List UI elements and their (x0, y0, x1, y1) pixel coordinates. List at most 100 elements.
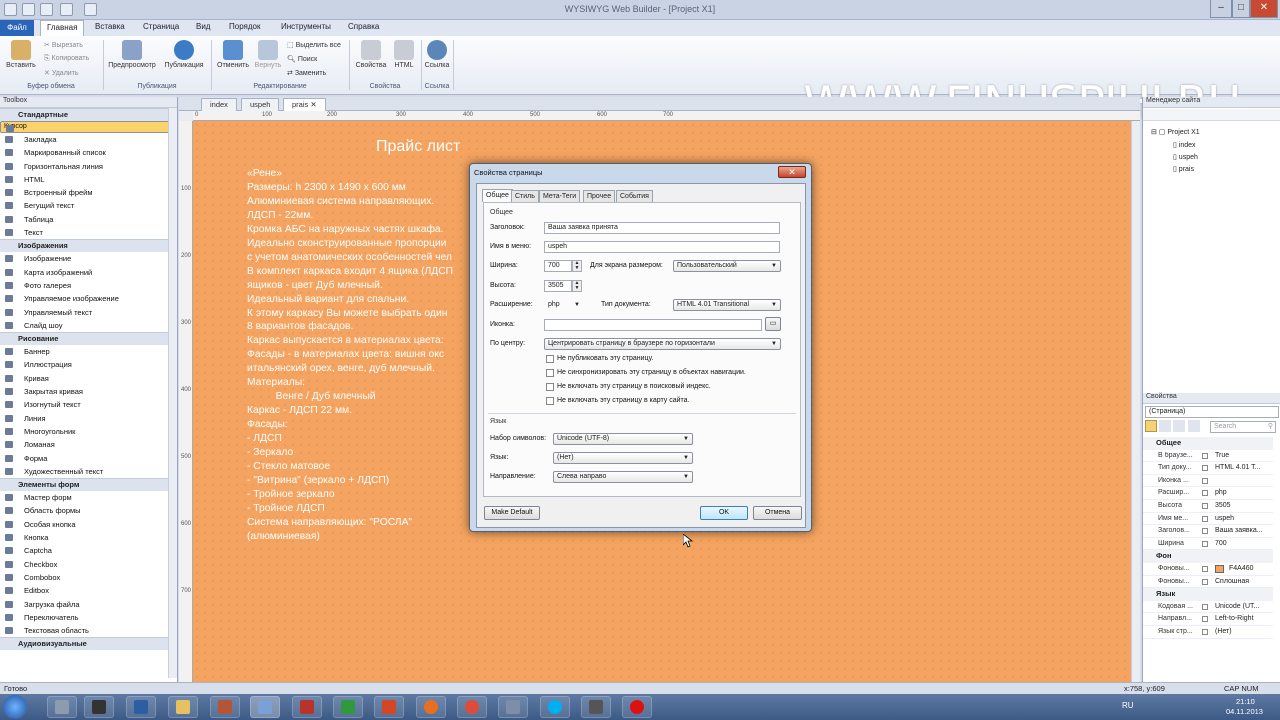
toolbox-item[interactable]: Линия (0, 412, 177, 425)
no-sitemap-checkbox[interactable] (546, 397, 554, 405)
toolbox-item[interactable]: HTML (0, 173, 177, 186)
toolbox-item[interactable]: Ломаная (0, 438, 177, 451)
toolbox-item[interactable]: Художественный текст (0, 465, 177, 478)
property-row[interactable]: Высота 3505 (1143, 500, 1273, 513)
property-checkbox[interactable] (1202, 465, 1208, 472)
property-value[interactable]: Сплошная (1215, 578, 1249, 585)
height-spinner[interactable]: ▲ ▼ (572, 280, 582, 292)
sort-icon[interactable] (1159, 420, 1172, 432)
toolbox-item[interactable]: Закладка (0, 133, 177, 146)
taskbar-app-folder[interactable] (168, 696, 198, 718)
paste-button[interactable]: Вставить (4, 40, 38, 69)
property-row[interactable]: Фоновы... Сплошная (1143, 576, 1273, 589)
publish-button[interactable]: Публикация (161, 40, 207, 69)
toolbox-item[interactable]: Горизонтальная линия (0, 160, 177, 173)
delete-button[interactable]: ✕ Удалить (44, 69, 79, 77)
html-button[interactable]: HTML (391, 40, 417, 69)
height-input[interactable]: 3505 (544, 280, 572, 292)
toolbox-item[interactable]: Captcha (0, 544, 177, 557)
toolbox-item[interactable]: Слайд шоу (0, 319, 177, 332)
events-icon[interactable] (1187, 420, 1200, 432)
property-row[interactable]: Кодовая ... Unicode (UT... (1143, 601, 1273, 614)
properties-search-input[interactable]: Search ⚲ (1210, 421, 1276, 433)
toolbox-category[interactable]: Аудиовизуальные (0, 637, 177, 651)
toolbox-item[interactable]: Маркированный список (0, 146, 177, 159)
dialog-close-button[interactable]: ✕ (778, 166, 806, 178)
toolbox-category[interactable]: Рисование (0, 332, 177, 346)
clock-time[interactable]: 21:10 (1236, 697, 1255, 706)
property-category[interactable]: Язык (1143, 588, 1273, 601)
taskbar-app-chrome[interactable] (457, 696, 487, 718)
property-value[interactable]: Ваша заявка... (1215, 527, 1263, 534)
doctype-select[interactable]: HTML 4.01 Transitional (673, 299, 781, 311)
make-default-button[interactable]: Make Default (484, 506, 540, 520)
tab-uspeh[interactable]: uspeh (241, 98, 280, 111)
property-row[interactable]: Заголов... Ваша заявка... (1143, 525, 1273, 538)
property-row[interactable]: Ширина 700 (1143, 538, 1273, 551)
toolbox-category[interactable]: Изображения (0, 239, 177, 253)
center-select[interactable]: Центрировать страницу в браузере по гори… (544, 338, 781, 350)
find-button[interactable]: 🔍︎ Поиск (287, 55, 317, 63)
property-value[interactable]: 700 (1215, 540, 1227, 547)
taskbar-app-wysiwyg[interactable] (250, 696, 280, 718)
toolbox-item[interactable]: Кнопка (0, 531, 177, 544)
property-value[interactable]: Left-to-Right (1215, 615, 1254, 622)
dialog-tab-meta[interactable]: Мета-Теги (539, 190, 581, 202)
taskbar-app-firefox[interactable] (416, 696, 446, 718)
charset-select[interactable]: Unicode (UTF-8) (553, 433, 693, 445)
toolbox-item[interactable]: Многоугольник (0, 425, 177, 438)
ok-button[interactable]: OK (700, 506, 748, 520)
properties-icon[interactable] (1173, 420, 1186, 432)
select-all-button[interactable]: ⬚ Выделить все (287, 41, 341, 49)
property-checkbox[interactable] (1202, 452, 1208, 459)
categorized-icon[interactable] (1145, 420, 1157, 432)
no-sync-checkbox[interactable] (546, 369, 554, 377)
page-text-block[interactable]: «Рене» Размеры: h 2300 x 1490 x 600 мм А… (247, 167, 477, 544)
cut-button[interactable]: ✂ Вырезать (44, 41, 83, 49)
tab-prais[interactable]: prais ✕ (283, 98, 326, 111)
property-value[interactable]: php (1215, 489, 1227, 496)
property-value[interactable]: HTML 4.01 T... (1215, 464, 1261, 471)
property-value[interactable]: 3505 (1215, 502, 1231, 509)
properties-button[interactable]: Свойства (353, 40, 389, 69)
toolbox-item[interactable]: Checkbox (0, 558, 177, 571)
toolbox-item[interactable]: Combobox (0, 571, 177, 584)
property-value[interactable]: uspeh (1215, 515, 1234, 522)
property-checkbox[interactable] (1202, 502, 1208, 509)
toolbox-item[interactable]: Загрузка файла (0, 598, 177, 611)
language-select[interactable]: (Нет) (553, 452, 693, 464)
editor-scrollbar[interactable] (1131, 121, 1140, 682)
toolbox-item[interactable]: Баннер (0, 345, 177, 358)
minimize-button[interactable]: – (1210, 0, 1232, 18)
dialog-tab-events[interactable]: События (616, 190, 653, 202)
width-input[interactable]: 700 (544, 260, 572, 272)
toolbox-item[interactable]: Текстовая область (0, 624, 177, 637)
property-category[interactable]: Фон (1143, 550, 1273, 563)
property-row[interactable]: В браузе... True (1143, 450, 1273, 463)
toolbox-category[interactable]: Элементы форм (0, 478, 177, 492)
property-value[interactable]: (Нет) (1215, 628, 1232, 635)
property-checkbox[interactable] (1202, 540, 1208, 547)
properties-selector[interactable]: (Страница) (1145, 406, 1279, 418)
start-button[interactable] (3, 695, 27, 719)
taskbar-app-record[interactable] (622, 696, 652, 718)
property-category[interactable]: Общее (1143, 437, 1273, 450)
no-publish-checkbox[interactable] (546, 355, 554, 363)
property-checkbox[interactable] (1202, 628, 1208, 635)
tree-page-index[interactable]: ▯ index (1173, 141, 1196, 149)
property-row[interactable]: Язык стр... (Нет) (1143, 626, 1273, 639)
taskbar-app-3[interactable] (126, 696, 156, 718)
toolbox-item[interactable]: Встроенный фрейм (0, 186, 177, 199)
tree-page-prais[interactable]: ▯ prais (1173, 165, 1194, 173)
dialog-tab-style[interactable]: Стиль (511, 190, 539, 202)
browse-folder-button[interactable]: ▭ (765, 317, 781, 331)
toolbox-item[interactable]: Курсор (0, 121, 177, 133)
screen-size-select[interactable]: Пользовательский (673, 260, 781, 272)
toolbox-category[interactable]: Стандартные (0, 108, 177, 121)
toolbox-item[interactable]: Бегущий текст (0, 199, 177, 212)
extension-select[interactable]: php (544, 299, 584, 311)
menu-insert[interactable]: Вставка (95, 22, 125, 31)
toolbox-item[interactable]: Область формы (0, 504, 177, 517)
property-value[interactable]: True (1215, 452, 1229, 459)
toolbox-item[interactable]: Текст (0, 226, 177, 239)
